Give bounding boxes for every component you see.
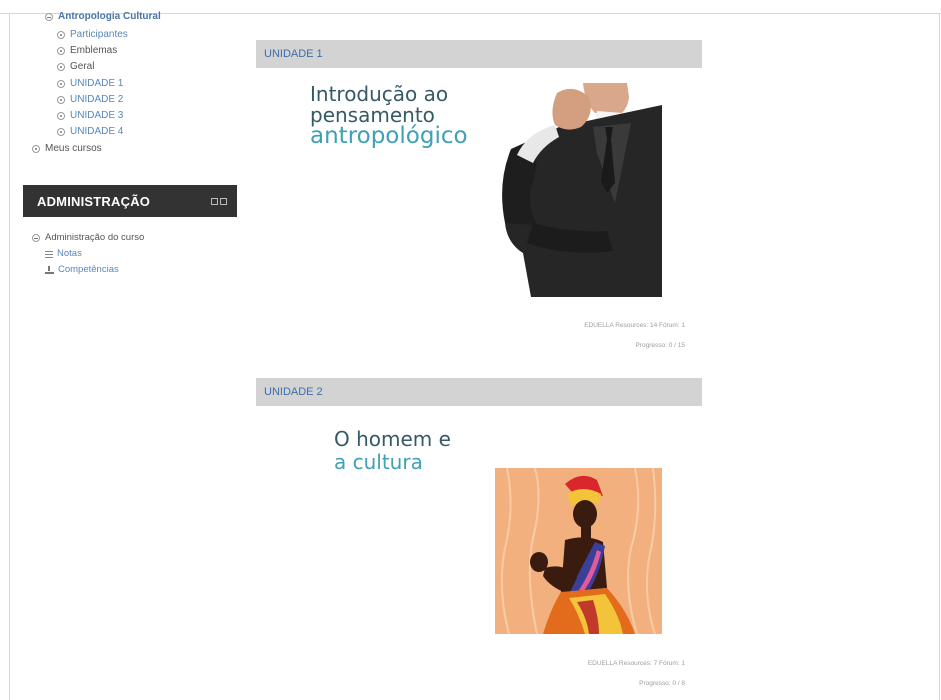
- nav-my-courses[interactable]: Meus cursos: [32, 141, 102, 157]
- nav-item-participants[interactable]: Participantes: [57, 27, 128, 43]
- bullet-icon: [57, 112, 65, 120]
- nav-item-label: UNIDADE 4: [70, 126, 124, 137]
- unit-1-title-line1: Introdução ao: [310, 82, 449, 106]
- bullet-icon: [57, 80, 65, 88]
- nav-item-label: UNIDADE 3: [70, 110, 124, 121]
- nav-course-label: Antropologia Cultural: [58, 11, 161, 22]
- nav-item-unit-3[interactable]: UNIDADE 3: [57, 108, 123, 124]
- nav-item-label: UNIDADE 2: [70, 94, 124, 105]
- admin-course-label: Administração do curso: [45, 232, 145, 243]
- unit-2-title-line1: O homem e: [334, 427, 451, 451]
- nav-item-label: UNIDADE 1: [70, 78, 124, 89]
- nav-item-unit-2[interactable]: UNIDADE 2: [57, 92, 123, 108]
- bullet-icon: [57, 47, 65, 55]
- admin-notes-item[interactable]: Notas: [45, 246, 82, 262]
- bullet-icon: [57, 96, 65, 104]
- unit-2-meta-line1: EDUELLA Resources: 7 Fórum: 1: [587, 660, 685, 667]
- admin-block-title: ADMINISTRAÇÃO: [37, 193, 151, 209]
- unit-2-progress: Progresso: 0 / 8: [639, 680, 685, 687]
- bullet-icon: [57, 128, 65, 136]
- nav-item-badges[interactable]: Emblemas: [57, 43, 117, 59]
- unit-1-header[interactable]: UNIDADE 1: [256, 40, 702, 68]
- nav-item-label: Participantes: [70, 29, 128, 40]
- nav-item-label: Geral: [70, 61, 95, 72]
- unit-2-header[interactable]: UNIDADE 2: [256, 378, 702, 406]
- competencies-icon: [45, 266, 54, 274]
- bullet-icon: [57, 31, 65, 39]
- unit-2-image[interactable]: [495, 468, 662, 634]
- unit-1-progress: Progresso: 0 / 15: [635, 342, 686, 349]
- grades-icon: [45, 250, 53, 258]
- bullet-icon: [57, 63, 65, 71]
- unit-2-title[interactable]: O homem e a cultura: [334, 428, 451, 474]
- nav-course-item[interactable]: Antropologia Cultural: [45, 9, 161, 25]
- admin-course-item[interactable]: Administração do curso: [32, 230, 144, 246]
- admin-competencies-item[interactable]: Competências: [45, 262, 119, 278]
- collapse-icon: [45, 13, 53, 21]
- admin-block-header: ADMINISTRAÇÃO: [23, 185, 237, 217]
- unit-1-image[interactable]: [497, 83, 662, 297]
- unit-2-title-line2: a cultura: [334, 450, 423, 474]
- admin-notes-label: Notas: [57, 248, 82, 259]
- unit-1-title-line3: antropológico: [310, 123, 468, 149]
- nav-item-label: Emblemas: [70, 45, 118, 56]
- minimize-icon[interactable]: [220, 197, 227, 205]
- unit-1-title[interactable]: Introdução ao pensamento antropológico: [310, 82, 468, 149]
- admin-competencies-label: Competências: [58, 264, 119, 275]
- frame-right-border: [939, 13, 940, 700]
- nav-item-unit-1[interactable]: UNIDADE 1: [57, 76, 123, 92]
- bullet-icon: [32, 145, 40, 153]
- nav-item-general[interactable]: Geral: [57, 59, 94, 75]
- nav-item-unit-4[interactable]: UNIDADE 4: [57, 124, 123, 140]
- nav-my-courses-label: Meus cursos: [45, 143, 102, 154]
- frame-left-border: [9, 13, 10, 700]
- unit-1-meta-line1: EDUELLA Resources: 14 Fórum: 1: [584, 322, 685, 329]
- block-controls[interactable]: [211, 197, 227, 205]
- collapse-icon: [32, 234, 40, 242]
- dock-icon[interactable]: [211, 197, 218, 205]
